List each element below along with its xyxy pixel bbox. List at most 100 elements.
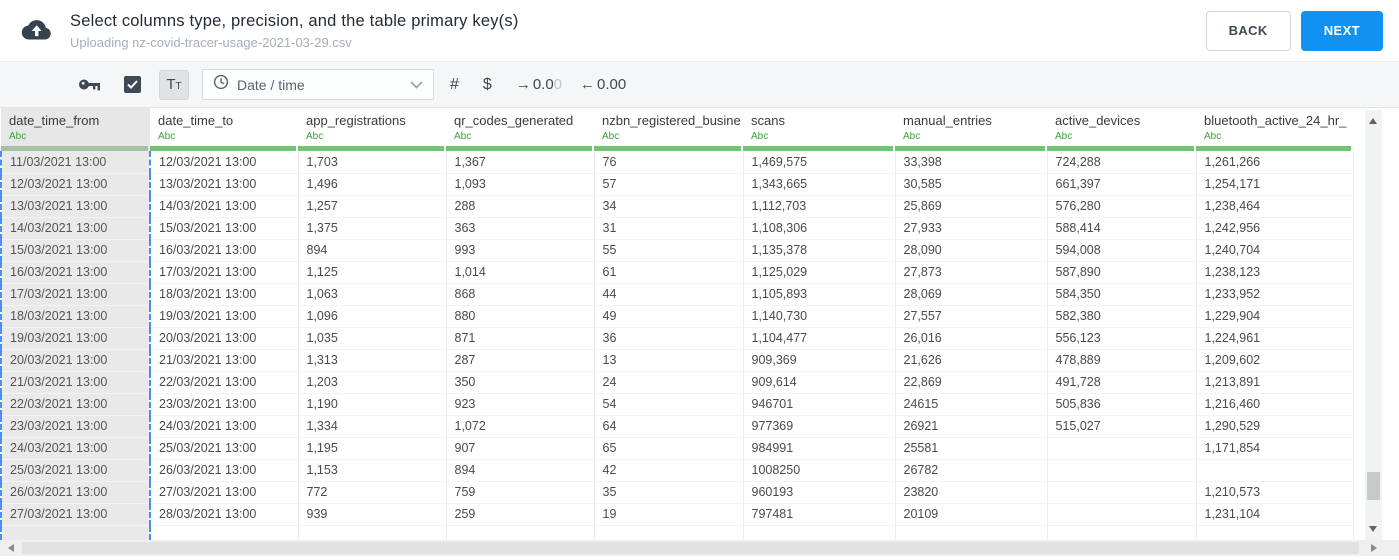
table-cell: 36	[594, 327, 744, 350]
column-type-badge: Abc	[9, 131, 27, 142]
table-cell	[1047, 525, 1197, 540]
scroll-down-icon[interactable]	[1369, 526, 1377, 532]
table-cell	[743, 525, 896, 540]
vertical-scrollbar-thumb[interactable]	[1367, 472, 1380, 500]
scroll-left-icon[interactable]	[8, 544, 14, 552]
table-cell: 23/03/2021 13:00	[0, 415, 151, 438]
column-type-value: Date / time	[237, 76, 305, 93]
table-cell: 28,090	[895, 239, 1048, 262]
table-cell: 576,280	[1047, 195, 1197, 218]
column-underline	[446, 146, 592, 151]
chevron-down-icon	[410, 76, 423, 94]
table-cell: 588,414	[1047, 217, 1197, 240]
table-cell: 25581	[895, 437, 1048, 460]
table-cell: 1,261,266	[1196, 151, 1354, 174]
column-type-select[interactable]: Date / time	[202, 69, 434, 100]
column-header-manual_entries[interactable]: manual_entries Abc	[895, 108, 1047, 151]
currency-type-button[interactable]: $	[483, 76, 492, 94]
column-header-scans[interactable]: scans Abc	[743, 108, 895, 151]
table-cell: 556,123	[1047, 327, 1197, 350]
table-cell	[150, 525, 299, 540]
table-cell: 13	[594, 349, 744, 372]
table-row: 24/03/2021 13:00 25/03/2021 13:00 1,195 907…	[0, 437, 1354, 460]
table-cell: 34	[594, 195, 744, 218]
scroll-right-icon[interactable]	[1371, 544, 1377, 552]
table-cell: 20/03/2021 13:00	[150, 327, 299, 350]
table-cell: 15/03/2021 13:00	[150, 217, 299, 240]
column-header-qr_codes_generated[interactable]: qr_codes_generated Abc	[446, 108, 594, 151]
next-button[interactable]: NEXT	[1300, 10, 1383, 51]
table-cell: 21,626	[895, 349, 1048, 372]
column-header-date_time_from[interactable]: date_time_from Abc	[1, 108, 150, 151]
data-preview-table: date_time_from Abc date_time_to Abc app_regi…	[0, 108, 1354, 540]
column-header-nzbn_registered_busine[interactable]: nzbn_registered_busine Abc	[594, 108, 743, 151]
table-cell: 1,224,961	[1196, 327, 1354, 350]
table-cell: 16/03/2021 13:00	[150, 239, 299, 262]
table-cell: 12/03/2021 13:00	[150, 151, 299, 174]
column-type-badge: Abc	[1055, 131, 1073, 142]
table-cell: 1,290,529	[1196, 415, 1354, 438]
decrease-precision-button[interactable]: ← 0.00	[580, 76, 626, 93]
table-cell: 65	[594, 437, 744, 460]
table-cell: 1,367	[446, 151, 595, 174]
table-cell: 1,313	[298, 349, 447, 372]
table-cell: 20/03/2021 13:00	[0, 349, 151, 372]
table-cell: 1,072	[446, 415, 595, 438]
table-header-row: date_time_from Abc date_time_to Abc app_regi…	[1, 108, 1353, 151]
table-cell: 12/03/2021 13:00	[0, 173, 151, 196]
table-cell: 1,171,854	[1196, 437, 1354, 460]
table-cell: 17/03/2021 13:00	[150, 261, 299, 284]
table-cell: 14/03/2021 13:00	[0, 217, 151, 240]
table-cell: 1,195	[298, 437, 447, 460]
table-cell	[1047, 437, 1197, 460]
scroll-up-icon[interactable]	[1369, 118, 1377, 124]
table-cell: 27,873	[895, 261, 1048, 284]
table-cell: 909,614	[743, 371, 896, 394]
table-cell: 26/03/2021 13:00	[0, 481, 151, 504]
table-row: 13/03/2021 13:00 14/03/2021 13:00 1,257 288…	[0, 195, 1354, 218]
table-cell: 1,096	[298, 305, 447, 328]
column-name: nzbn_registered_busine	[602, 113, 741, 128]
table-cell: 871	[446, 327, 595, 350]
number-type-button[interactable]: #	[450, 76, 459, 94]
table-cell: 582,380	[1047, 305, 1197, 328]
table-cell: 288	[446, 195, 595, 218]
table-cell: 939	[298, 503, 447, 526]
table-cell: 350	[446, 371, 595, 394]
table-cell: 18/03/2021 13:00	[0, 305, 151, 328]
table-cell: 587,890	[1047, 261, 1197, 284]
table-cell: 27/03/2021 13:00	[0, 503, 151, 526]
table-cell: 22,869	[895, 371, 1048, 394]
table-cell: 880	[446, 305, 595, 328]
include-column-checkbox[interactable]	[124, 76, 141, 93]
horizontal-scrollbar[interactable]	[0, 540, 1399, 556]
horizontal-scrollbar-thumb[interactable]	[22, 542, 1359, 554]
table-row: 27/03/2021 13:00 28/03/2021 13:00 939 259 19…	[0, 503, 1354, 526]
vertical-scrollbar[interactable]	[1365, 110, 1382, 540]
back-button[interactable]: BACK	[1205, 10, 1291, 51]
increase-precision-button[interactable]: → 0.0 0	[516, 76, 562, 93]
table-cell: 13/03/2021 13:00	[0, 195, 151, 218]
upload-cloud-icon	[18, 17, 52, 45]
clock-icon	[213, 74, 229, 95]
table-cell: 1,233,952	[1196, 283, 1354, 306]
table-row: 17/03/2021 13:00 18/03/2021 13:00 1,063 868…	[0, 283, 1354, 306]
column-header-app_registrations[interactable]: app_registrations Abc	[298, 108, 446, 151]
table-cell: 42	[594, 459, 744, 482]
table-cell	[298, 525, 447, 540]
table-cell: 993	[446, 239, 595, 262]
column-name: scans	[751, 113, 785, 128]
table-cell: 24615	[895, 393, 1048, 416]
table-cell: 1,229,904	[1196, 305, 1354, 328]
table-cell: 1,257	[298, 195, 447, 218]
table-cell: 984991	[743, 437, 896, 460]
table-cell: 25,869	[895, 195, 1048, 218]
column-header-date_time_to[interactable]: date_time_to Abc	[150, 108, 298, 151]
table-cell: 28,069	[895, 283, 1048, 306]
text-type-button[interactable]: TT	[159, 69, 189, 100]
table-cell: 76	[594, 151, 744, 174]
table-cell: 21/03/2021 13:00	[0, 371, 151, 394]
column-header-active_devices[interactable]: active_devices Abc	[1047, 108, 1196, 151]
primary-key-icon[interactable]	[78, 77, 102, 92]
column-header-bluetooth_active_24_hr_[interactable]: bluetooth_active_24_hr_ Abc	[1196, 108, 1353, 151]
